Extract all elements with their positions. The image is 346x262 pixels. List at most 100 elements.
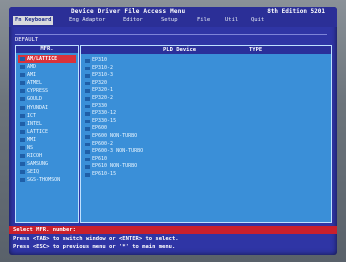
device-label: EP330-12 xyxy=(92,110,117,117)
menu-editor[interactable]: Editor xyxy=(121,16,145,25)
manufacturer-item[interactable]: HYUNDAI xyxy=(18,104,76,112)
device-item[interactable]: EP610-15 xyxy=(83,171,323,179)
device-item[interactable]: EP610 NON-TURBO xyxy=(83,163,323,171)
list-marker-icon xyxy=(85,172,90,177)
list-marker-icon xyxy=(85,165,90,169)
list-marker-icon xyxy=(20,154,25,159)
list-marker-icon xyxy=(20,73,25,78)
manufacturer-item[interactable]: RICOH xyxy=(18,152,76,160)
manufacturer-item[interactable]: AM/LATTICE xyxy=(18,55,76,64)
menu-fn-keyboard[interactable]: Fn Keyboard xyxy=(13,16,54,25)
list-marker-icon xyxy=(85,127,90,131)
menu-file[interactable]: File xyxy=(195,16,212,25)
device-item[interactable]: EP600 xyxy=(83,125,323,133)
list-marker-icon xyxy=(20,170,25,175)
manufacturer-item[interactable]: ICT xyxy=(18,112,76,120)
manufacturer-label: ICT xyxy=(27,112,37,119)
manufacturer-label: HYUNDAI xyxy=(27,104,49,111)
manufacturer-label: AMD xyxy=(27,64,37,71)
list-marker-icon xyxy=(85,150,90,154)
list-marker-icon xyxy=(20,97,25,102)
default-label[interactable]: DEFAULT xyxy=(15,37,38,43)
device-header: PLD Device TYPE xyxy=(81,46,331,54)
device-label: EP320 xyxy=(92,79,108,86)
manufacturer-item[interactable]: CYPRESS xyxy=(18,87,76,95)
menu-bar: Fn Keyboard Eng Adaptor Editor Setup Fil… xyxy=(9,16,337,26)
list-marker-icon xyxy=(20,121,25,126)
manufacturer-label: SGS-THOMSON xyxy=(27,177,61,184)
manufacturer-item[interactable]: AMI xyxy=(18,71,76,79)
manufacturer-item[interactable]: NS xyxy=(18,144,76,152)
manufacturer-panel[interactable]: MFR. AM/LATTICE AMD AMI ATMEL CYPRESS GOULD HY… xyxy=(15,45,79,223)
manufacturer-item[interactable]: MMI xyxy=(18,136,76,144)
manufacturer-label: AMI xyxy=(27,72,37,79)
separator xyxy=(15,34,327,35)
list-marker-icon xyxy=(20,129,25,134)
title-bar: Device Driver File Access Menu 8th Editi… xyxy=(9,7,337,27)
manufacturer-label: MMI xyxy=(27,136,37,143)
list-marker-icon xyxy=(85,119,90,124)
menu-setup[interactable]: Setup xyxy=(159,16,180,25)
list-marker-icon xyxy=(20,65,25,70)
device-item[interactable]: EP330 xyxy=(83,103,323,111)
manufacturer-item[interactable]: AMD xyxy=(18,63,76,71)
device-label: EP330-15 xyxy=(92,117,117,124)
device-label: EP320-2 xyxy=(92,94,114,101)
manufacturer-item[interactable]: SGS-THOMSON xyxy=(18,176,76,184)
device-label: EP600-3 NON-TURBO xyxy=(92,148,144,155)
list-marker-icon xyxy=(85,89,90,93)
list-marker-icon xyxy=(85,96,90,101)
manufacturer-label: AM/LATTICE xyxy=(27,56,58,62)
device-item[interactable]: EP610 xyxy=(83,156,323,164)
device-label: EP600-2 xyxy=(92,140,114,147)
menu-quit[interactable]: Quit xyxy=(249,16,266,25)
help-line-tab: Press <TAB> to switch window or <ENTER> … xyxy=(13,236,179,242)
manufacturer-item[interactable]: ATMEL xyxy=(18,79,76,87)
list-marker-icon xyxy=(20,89,25,94)
manufacturer-label: GOULD xyxy=(27,96,43,103)
list-marker-icon xyxy=(85,66,90,71)
device-item[interactable]: EP320-1 xyxy=(83,87,323,95)
device-item[interactable]: EP320-2 xyxy=(83,95,323,103)
device-item[interactable]: EP310 xyxy=(83,57,323,65)
manufacturer-label: ATMEL xyxy=(27,80,43,87)
list-marker-icon xyxy=(20,57,25,61)
manufacturer-item[interactable]: INTEL xyxy=(18,120,76,128)
mfr-header: MFR. xyxy=(16,46,78,53)
manufacturer-list: AM/LATTICE AMD AMI ATMEL CYPRESS GOULD HYUNDAI… xyxy=(18,55,76,185)
device-panel[interactable]: PLD Device TYPE EP310 EP310-2 EP310-3 EP320… xyxy=(80,45,332,223)
device-item[interactable]: EP320 xyxy=(83,80,323,88)
device-label: EP610-15 xyxy=(92,170,117,177)
list-marker-icon xyxy=(85,59,90,63)
menu-util[interactable]: Util xyxy=(223,16,240,25)
manufacturer-item[interactable]: SAMSUNG xyxy=(18,160,76,168)
manufacturer-item[interactable]: LATTICE xyxy=(18,128,76,136)
device-item[interactable]: EP600-3 NON-TURBO xyxy=(83,148,323,156)
device-item[interactable]: EP310-2 xyxy=(83,65,323,73)
device-item[interactable]: EP330-12 xyxy=(83,110,323,118)
device-item[interactable]: EP600 NON-TURBO xyxy=(83,133,323,141)
device-item[interactable]: EP330-15 xyxy=(83,118,323,126)
type-header: TYPE xyxy=(249,47,263,53)
manufacturer-item[interactable]: SEIQ xyxy=(18,168,76,176)
list-marker-icon xyxy=(85,74,90,78)
device-list: EP310 EP310-2 EP310-3 EP320 EP320-1 EP320-2 EP… xyxy=(83,57,323,179)
manufacturer-label: NS xyxy=(27,145,34,152)
mfr-number-prompt[interactable]: Select MFR. number: xyxy=(13,226,76,234)
device-item[interactable]: EP310-3 xyxy=(83,72,323,80)
manufacturer-item[interactable]: GOULD xyxy=(18,95,76,103)
list-marker-icon xyxy=(20,178,25,183)
manufacturer-label: CYPRESS xyxy=(27,88,49,95)
device-item[interactable]: EP600-2 xyxy=(83,141,323,149)
list-marker-icon xyxy=(20,162,25,167)
crt-screen: Device Driver File Access Menu 8th Editi… xyxy=(9,7,337,255)
menu-eng-adaptor[interactable]: Eng Adaptor xyxy=(67,16,107,25)
list-marker-icon xyxy=(85,112,90,116)
list-marker-icon xyxy=(20,113,25,118)
list-marker-icon xyxy=(85,142,90,147)
help-line-esc: Press <ESC> to previous menu or '*' to m… xyxy=(13,244,176,250)
device-label: EP310-2 xyxy=(92,64,114,71)
device-label: EP330 xyxy=(92,102,108,109)
list-marker-icon xyxy=(85,104,90,109)
device-label: EP600 xyxy=(92,125,108,132)
